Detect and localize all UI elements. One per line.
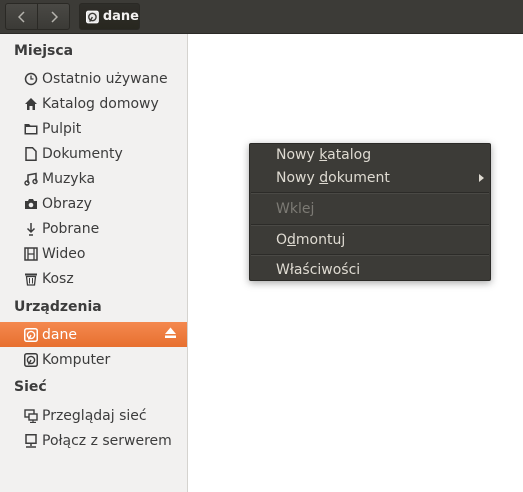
sidebar-item-pictures[interactable]: Obrazy	[0, 191, 187, 216]
submenu-arrow-icon	[479, 174, 484, 182]
menu-separator	[251, 224, 489, 226]
path-label: dane	[102, 9, 139, 24]
section-title-places: Miejsca	[14, 43, 74, 59]
clock-icon	[24, 71, 38, 87]
section-title-devices: Urządzenia	[14, 299, 102, 315]
drive-icon	[24, 352, 38, 368]
sidebar-item-home[interactable]: Katalog domowy	[0, 91, 187, 116]
home-icon	[24, 96, 38, 112]
menu-separator	[251, 192, 489, 194]
sidebar-item-trash[interactable]: Kosz	[0, 266, 187, 291]
sidebar-item-label: Połącz z serwerem	[42, 432, 172, 449]
sidebar-item-browse-network[interactable]: Przeglądaj sieć	[0, 403, 187, 428]
folder-icon	[24, 121, 38, 137]
sidebar-item-label: Dokumenty	[42, 145, 123, 162]
menu-item-new-folder[interactable]: Nowy katalog	[276, 147, 371, 163]
sidebar-item-label: dane	[42, 326, 77, 343]
eject-icon[interactable]	[164, 327, 177, 343]
document-icon	[24, 146, 38, 162]
sidebar-item-label: Wideo	[42, 245, 86, 262]
sidebar-item-label: Przeglądaj sieć	[42, 407, 147, 424]
menu-item-unmount[interactable]: Odmontuj	[276, 232, 345, 248]
camera-icon	[24, 196, 38, 212]
sidebar-item-label: Kosz	[42, 270, 74, 287]
navigation-buttons	[5, 3, 70, 30]
section-title-network: Sieć	[14, 379, 47, 395]
back-button[interactable]	[6, 4, 37, 29]
menu-item-properties[interactable]: Właściwości	[276, 262, 360, 278]
chevron-right-icon	[50, 10, 58, 23]
sidebar-item-dane[interactable]: dane	[0, 322, 187, 347]
header-bar: dane	[0, 0, 523, 34]
drive-icon	[24, 327, 38, 343]
chevron-left-icon	[17, 10, 25, 23]
sidebar-item-desktop[interactable]: Pulpit	[0, 116, 187, 141]
sidebar-item-label: Muzyka	[42, 170, 96, 187]
sidebar: Miejsca Ostatnio używane Katalog domowy …	[0, 34, 188, 492]
sidebar-item-label: Pobrane	[42, 220, 100, 237]
context-menu: Nowy katalog Nowy dokument Wklej Odmontu…	[249, 143, 491, 281]
trash-icon	[24, 271, 38, 287]
sidebar-item-label: Katalog domowy	[42, 95, 159, 112]
menu-item-new-document[interactable]: Nowy dokument	[276, 170, 490, 186]
menu-item-paste: Wklej	[276, 201, 315, 217]
sidebar-item-music[interactable]: Muzyka	[0, 166, 187, 191]
sidebar-item-label: Pulpit	[42, 120, 82, 137]
menu-separator	[251, 254, 489, 256]
music-icon	[24, 171, 38, 187]
sidebar-item-downloads[interactable]: Pobrane	[0, 216, 187, 241]
forward-button[interactable]	[37, 4, 69, 29]
sidebar-item-label: Ostatnio używane	[42, 70, 168, 87]
sidebar-item-label: Komputer	[42, 351, 111, 368]
server-icon	[24, 433, 38, 449]
sidebar-item-documents[interactable]: Dokumenty	[0, 141, 187, 166]
sidebar-item-recent[interactable]: Ostatnio używane	[0, 66, 187, 91]
sidebar-item-videos[interactable]: Wideo	[0, 241, 187, 266]
drive-icon	[86, 10, 99, 23]
sidebar-item-connect-server[interactable]: Połącz z serwerem	[0, 428, 187, 453]
network-icon	[24, 408, 38, 424]
sidebar-item-label: Obrazy	[42, 195, 92, 212]
sidebar-item-computer[interactable]: Komputer	[0, 347, 187, 372]
film-icon	[24, 246, 38, 262]
path-bar-button[interactable]: dane	[79, 3, 140, 30]
download-icon	[24, 221, 38, 237]
